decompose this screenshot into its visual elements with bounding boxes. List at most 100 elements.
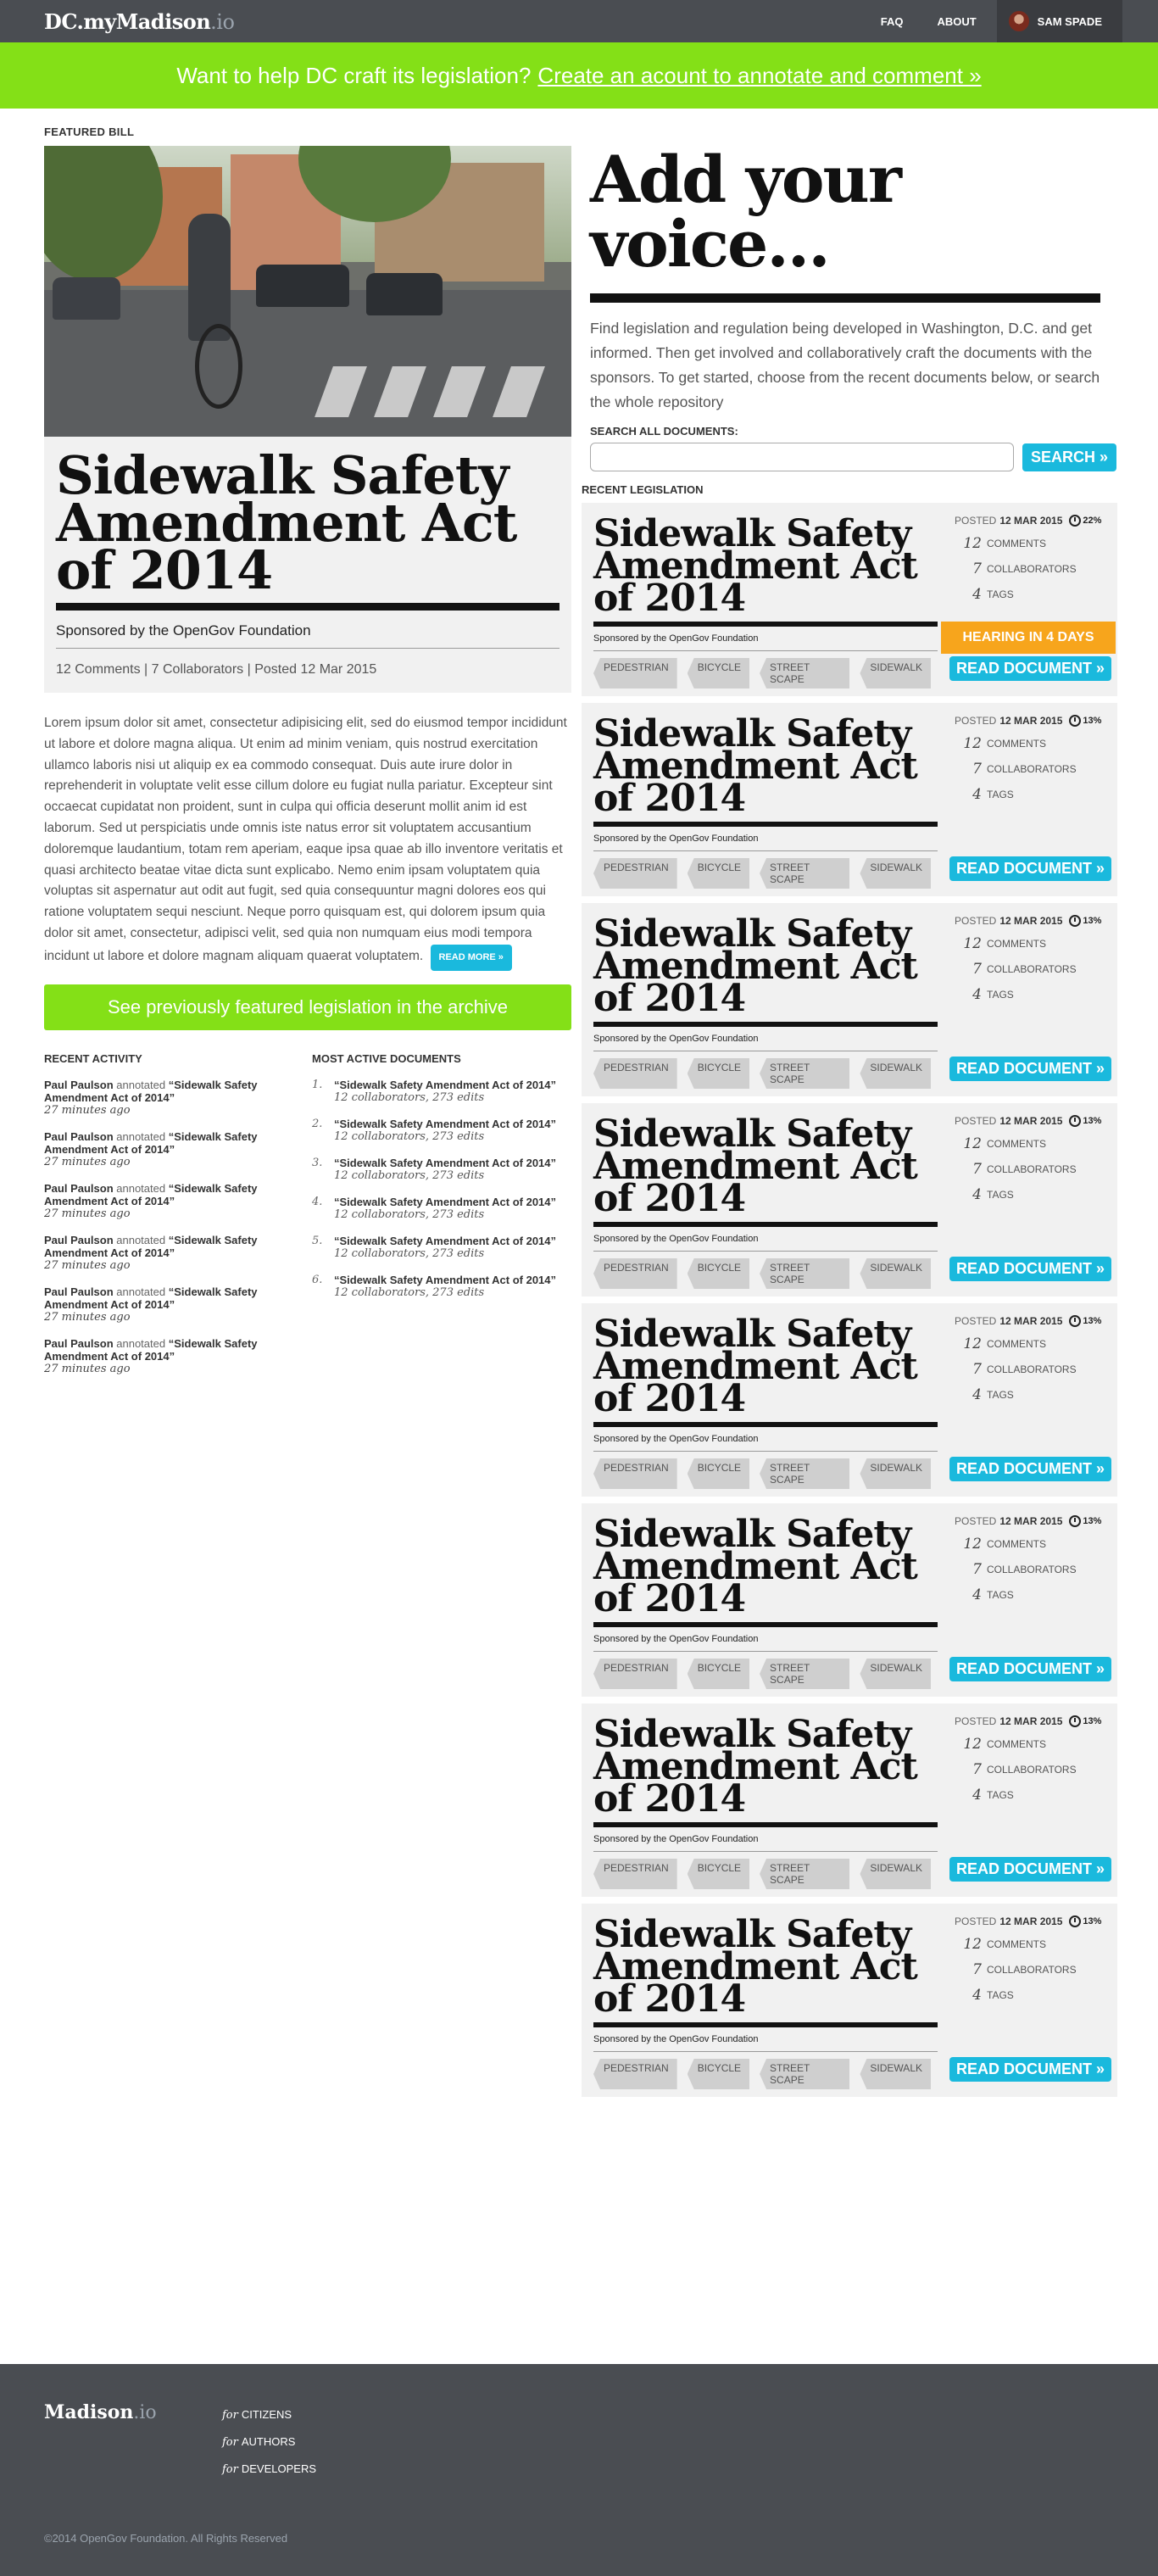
card-title[interactable]: Sidewalk Safety Amendment Act of 2014	[593, 1316, 941, 1418]
tag-pill[interactable]: SIDEWALK	[860, 858, 931, 889]
user-menu[interactable]: SAM SPADE	[996, 0, 1122, 42]
signup-banner: Want to help DC craft its legislation? C…	[0, 42, 1158, 109]
user-name: SAM SPADE	[1037, 14, 1102, 28]
legislation-card[interactable]: Sidewalk Safety Amendment Act of 2014 Spo…	[582, 1503, 1117, 1697]
featured-title[interactable]: Sidewalk Safety Amendment Act of 2014	[56, 449, 560, 597]
read-document-button[interactable]: READ DOCUMENT »	[949, 1657, 1112, 1681]
activity-user[interactable]: Paul Paulson	[44, 1234, 114, 1246]
tag-pill[interactable]: BICYCLE	[687, 858, 750, 889]
tag-pill[interactable]: BICYCLE	[687, 658, 750, 689]
tag-pill[interactable]: STREET SCAPE	[760, 1058, 850, 1089]
tag-pill[interactable]: BICYCLE	[687, 1458, 750, 1489]
activity-user[interactable]: Paul Paulson	[44, 1130, 114, 1143]
activity-item[interactable]: Paul Paulson annotated “Sidewalk Safety …	[44, 1182, 312, 1220]
tag-pill[interactable]: PEDESTRIAN	[593, 2059, 677, 2089]
activity-user[interactable]: Paul Paulson	[44, 1182, 114, 1195]
footer-logo[interactable]: Madison.io	[44, 2401, 157, 2423]
footer-link-citizens[interactable]: for CITIZENS	[222, 2408, 316, 2422]
tag-pill[interactable]: PEDESTRIAN	[593, 1258, 677, 1289]
hero-heading: Add your voice...	[590, 142, 902, 282]
legislation-card[interactable]: Sidewalk Safety Amendment Act of 2014 Spo…	[582, 1703, 1117, 1897]
footer-link-authors[interactable]: for AUTHORS	[222, 2435, 316, 2449]
nav-faq-link[interactable]: FAQ	[881, 15, 904, 28]
active-doc-title[interactable]: “Sidewalk Safety Amendment Act of 2014”	[334, 1079, 556, 1091]
active-doc-item[interactable]: 4. “Sidewalk Safety Amendment Act of 2014…	[312, 1196, 571, 1221]
activity-item[interactable]: Paul Paulson annotated “Sidewalk Safety …	[44, 1130, 312, 1168]
legislation-card[interactable]: Sidewalk Safety Amendment Act of 2014 Spo…	[582, 903, 1117, 1096]
card-title[interactable]: Sidewalk Safety Amendment Act of 2014	[593, 1116, 941, 1218]
legislation-card[interactable]: Sidewalk Safety Amendment Act of 2014 Spo…	[582, 503, 1117, 696]
tag-pill[interactable]: SIDEWALK	[860, 1659, 931, 1689]
tag-pill[interactable]: BICYCLE	[687, 2059, 750, 2089]
active-doc-item[interactable]: 1. “Sidewalk Safety Amendment Act of 2014…	[312, 1079, 571, 1104]
active-doc-item[interactable]: 6. “Sidewalk Safety Amendment Act of 2014…	[312, 1274, 571, 1299]
activity-item[interactable]: Paul Paulson annotated “Sidewalk Safety …	[44, 1285, 312, 1324]
tag-pill[interactable]: PEDESTRIAN	[593, 1458, 677, 1489]
active-doc-item[interactable]: 2. “Sidewalk Safety Amendment Act of 2014…	[312, 1118, 571, 1143]
card-title[interactable]: Sidewalk Safety Amendment Act of 2014	[593, 1716, 941, 1818]
tag-pill[interactable]: SIDEWALK	[860, 1258, 931, 1289]
tag-pill[interactable]: SIDEWALK	[860, 1058, 931, 1089]
read-document-button[interactable]: READ DOCUMENT »	[949, 2057, 1112, 2082]
tag-pill[interactable]: SIDEWALK	[860, 1458, 931, 1489]
footer-link-developers[interactable]: for DEVELOPERS	[222, 2462, 316, 2476]
card-title[interactable]: Sidewalk Safety Amendment Act of 2014	[593, 716, 941, 817]
banner-signup-link[interactable]: Create an acount to annotate and comment…	[537, 63, 981, 89]
activity-user[interactable]: Paul Paulson	[44, 1079, 114, 1091]
title-divider	[56, 603, 560, 611]
active-doc-title[interactable]: “Sidewalk Safety Amendment Act of 2014”	[334, 1196, 556, 1208]
read-document-button[interactable]: READ DOCUMENT »	[949, 1057, 1112, 1081]
legislation-card[interactable]: Sidewalk Safety Amendment Act of 2014 Spo…	[582, 1103, 1117, 1296]
read-document-button[interactable]: READ DOCUMENT »	[949, 1457, 1112, 1481]
search-button[interactable]: SEARCH »	[1022, 443, 1117, 471]
archive-button[interactable]: See previously featured legislation in t…	[44, 984, 571, 1030]
tag-pill[interactable]: STREET SCAPE	[760, 658, 850, 689]
active-doc-title[interactable]: “Sidewalk Safety Amendment Act of 2014”	[334, 1235, 556, 1247]
legislation-card[interactable]: Sidewalk Safety Amendment Act of 2014 Spo…	[582, 1303, 1117, 1497]
tag-pill[interactable]: STREET SCAPE	[760, 1659, 850, 1689]
tag-pill[interactable]: SIDEWALK	[860, 1859, 931, 1889]
activity-item[interactable]: Paul Paulson annotated “Sidewalk Safety …	[44, 1337, 312, 1375]
card-title[interactable]: Sidewalk Safety Amendment Act of 2014	[593, 1916, 941, 2018]
tag-pill[interactable]: STREET SCAPE	[760, 858, 850, 889]
site-logo[interactable]: DC.myMadison.io	[44, 9, 235, 34]
card-tags-count: 4 TAGS	[972, 1386, 1014, 1403]
activity-item[interactable]: Paul Paulson annotated “Sidewalk Safety …	[44, 1079, 312, 1117]
active-doc-item[interactable]: 3. “Sidewalk Safety Amendment Act of 2014…	[312, 1157, 571, 1182]
activity-user[interactable]: Paul Paulson	[44, 1337, 114, 1350]
card-title[interactable]: Sidewalk Safety Amendment Act of 2014	[593, 916, 941, 1018]
tag-pill[interactable]: PEDESTRIAN	[593, 1659, 677, 1689]
read-document-button[interactable]: READ DOCUMENT »	[949, 1257, 1112, 1281]
read-document-button[interactable]: READ DOCUMENT »	[949, 1857, 1112, 1882]
read-more-button[interactable]: READ MORE »	[430, 944, 512, 971]
legislation-card[interactable]: Sidewalk Safety Amendment Act of 2014 Spo…	[582, 703, 1117, 896]
activity-user[interactable]: Paul Paulson	[44, 1285, 114, 1298]
tag-pill[interactable]: BICYCLE	[687, 1859, 750, 1889]
active-doc-title[interactable]: “Sidewalk Safety Amendment Act of 2014”	[334, 1274, 556, 1286]
card-title[interactable]: Sidewalk Safety Amendment Act of 2014	[593, 516, 941, 617]
tag-pill[interactable]: PEDESTRIAN	[593, 1058, 677, 1089]
active-doc-item[interactable]: 5. “Sidewalk Safety Amendment Act of 2014…	[312, 1235, 571, 1260]
tag-pill[interactable]: STREET SCAPE	[760, 2059, 850, 2089]
active-doc-title[interactable]: “Sidewalk Safety Amendment Act of 2014”	[334, 1157, 556, 1169]
tag-pill[interactable]: SIDEWALK	[860, 2059, 931, 2089]
tag-pill[interactable]: PEDESTRIAN	[593, 658, 677, 689]
tag-pill[interactable]: SIDEWALK	[860, 658, 931, 689]
tag-pill[interactable]: BICYCLE	[687, 1258, 750, 1289]
activity-item[interactable]: Paul Paulson annotated “Sidewalk Safety …	[44, 1234, 312, 1272]
read-document-button[interactable]: READ DOCUMENT »	[949, 656, 1112, 681]
featured-bill-card[interactable]: Sidewalk Safety Amendment Act of 2014 Sp…	[44, 437, 571, 693]
search-input[interactable]	[590, 443, 1014, 471]
tag-pill[interactable]: PEDESTRIAN	[593, 858, 677, 889]
card-title[interactable]: Sidewalk Safety Amendment Act of 2014	[593, 1516, 941, 1618]
tag-pill[interactable]: STREET SCAPE	[760, 1458, 850, 1489]
nav-about-link[interactable]: ABOUT	[937, 15, 976, 28]
active-doc-title[interactable]: “Sidewalk Safety Amendment Act of 2014”	[334, 1118, 556, 1130]
legislation-card[interactable]: Sidewalk Safety Amendment Act of 2014 Spo…	[582, 1904, 1117, 2097]
tag-pill[interactable]: BICYCLE	[687, 1659, 750, 1689]
tag-pill[interactable]: BICYCLE	[687, 1058, 750, 1089]
tag-pill[interactable]: PEDESTRIAN	[593, 1859, 677, 1889]
tag-pill[interactable]: STREET SCAPE	[760, 1258, 850, 1289]
tag-pill[interactable]: STREET SCAPE	[760, 1859, 850, 1889]
read-document-button[interactable]: READ DOCUMENT »	[949, 856, 1112, 881]
